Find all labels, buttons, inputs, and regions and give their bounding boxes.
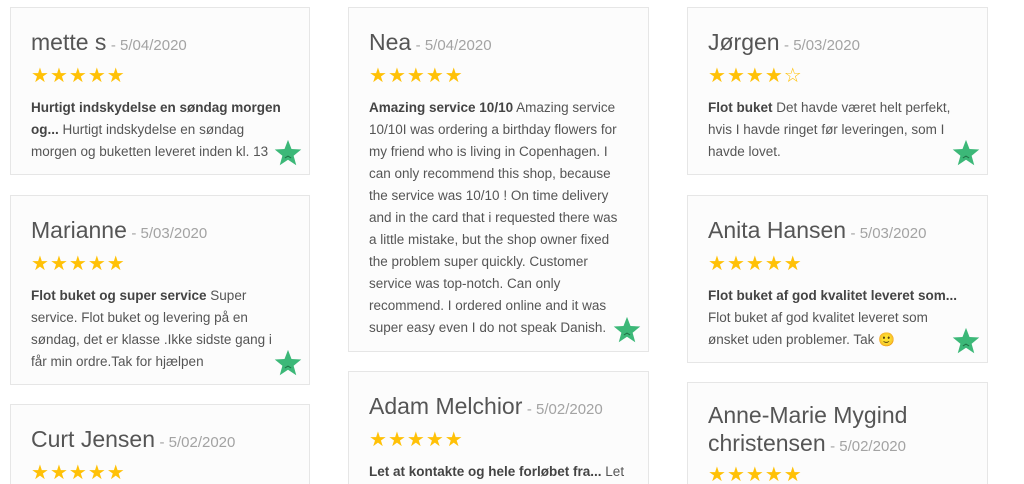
star-icon: ★ bbox=[444, 65, 463, 87]
star-icon: ★ bbox=[387, 429, 406, 451]
review-date: - 5/02/2020 bbox=[159, 434, 236, 451]
review-date: - 5/03/2020 bbox=[850, 225, 927, 242]
rating-stars: ★ ★ ★ ★ ★ bbox=[31, 64, 289, 88]
star-icon: ★ bbox=[31, 65, 49, 87]
star-icon: ★ bbox=[726, 253, 745, 275]
reviewer-name: Jørgen bbox=[708, 29, 780, 55]
star-icon: ★ bbox=[68, 65, 87, 87]
review-title: Flot buket og super service bbox=[31, 288, 207, 303]
review-text: Let at kontakte og hele forløbet fra... … bbox=[369, 461, 628, 483]
review-card: Marianne - 5/03/2020 ★ ★ ★ ★ ★ Flot buket og… bbox=[10, 195, 310, 385]
review-header: Anita Hansen - 5/03/2020 bbox=[708, 216, 967, 248]
review-header: Jørgen - 5/03/2020 bbox=[708, 28, 967, 60]
review-title: Flot buket af god kvalitet leveret som..… bbox=[708, 288, 958, 303]
review-header: Marianne - 5/03/2020 bbox=[31, 216, 289, 248]
review-card: Anita Hansen - 5/03/2020 ★ ★ ★ ★ ★ Flot buke… bbox=[687, 195, 988, 363]
reviewer-name: Nea bbox=[369, 29, 412, 55]
star-icon: ★ bbox=[87, 253, 106, 275]
review-body: Amazing service 10/10I was ordering a bi… bbox=[369, 100, 618, 335]
rating-stars: ★ ★ ★ ★ ★ bbox=[31, 252, 289, 276]
review-date: - 5/03/2020 bbox=[131, 225, 208, 242]
reviewer-name: Anita Hansen bbox=[708, 217, 847, 243]
star-icon: ★ bbox=[783, 253, 802, 275]
star-icon: ★ bbox=[31, 462, 49, 484]
review-date: - 5/04/2020 bbox=[110, 37, 187, 54]
star-icon: ★ bbox=[87, 462, 106, 484]
star-icon: ★ bbox=[745, 464, 764, 484]
star-icon: ★ bbox=[31, 253, 49, 275]
review-card: Jørgen - 5/03/2020 ★ ★ ★ ★ ☆ Flot buket Det … bbox=[687, 7, 988, 175]
star-icon: ★ bbox=[783, 464, 802, 484]
star-icon: ★ bbox=[106, 65, 125, 87]
star-icon: ★ bbox=[49, 65, 68, 87]
star-icon: ★ bbox=[444, 429, 463, 451]
reviewer-name: Marianne bbox=[31, 217, 127, 243]
review-card: Anne-Marie Mygind christensen - 5/02/202… bbox=[687, 382, 988, 484]
review-date: - 5/02/2020 bbox=[830, 438, 906, 455]
trustpilot-star-icon bbox=[952, 327, 980, 354]
star-icon: ★ bbox=[369, 65, 387, 87]
reviewer-name: mette s bbox=[31, 29, 107, 55]
review-header: Anne-Marie Mygind christensen - 5/02/202… bbox=[708, 403, 967, 459]
star-icon: ★ bbox=[764, 65, 783, 87]
rating-stars: ★ ★ ★ ★ ☆ bbox=[708, 64, 967, 88]
review-body: Let bbox=[601, 464, 625, 479]
rating-stars: ★ ★ ★ ★ ★ bbox=[369, 64, 628, 88]
review-header: Curt Jensen - 5/02/2020 bbox=[31, 425, 289, 457]
review-text: Flot buket og super service Super servic… bbox=[31, 285, 289, 373]
star-icon: ★ bbox=[68, 462, 87, 484]
review-card: Adam Melchior - 5/02/2020 ★ ★ ★ ★ ★ Let at k… bbox=[348, 371, 649, 484]
review-card: Curt Jensen - 5/02/2020 ★ ★ ★ ★ ★ bbox=[10, 404, 310, 484]
star-icon: ★ bbox=[708, 65, 726, 87]
review-header: Adam Melchior - 5/02/2020 bbox=[369, 392, 628, 424]
star-icon: ★ bbox=[745, 65, 764, 87]
review-date: - 5/02/2020 bbox=[526, 401, 603, 418]
review-text: Flot buket af god kvalitet leveret som..… bbox=[708, 285, 967, 351]
review-text: Flot buket Det havde været helt perfekt,… bbox=[708, 97, 967, 163]
rating-stars: ★ ★ ★ ★ ★ bbox=[31, 461, 289, 484]
star-icon: ★ bbox=[708, 253, 726, 275]
review-date: - 5/03/2020 bbox=[784, 37, 860, 54]
trustpilot-star-icon bbox=[274, 139, 302, 166]
star-icon: ★ bbox=[49, 253, 68, 275]
review-text: Hurtigt indskydelse en søndag morgen og.… bbox=[31, 97, 289, 163]
star-icon: ★ bbox=[106, 462, 125, 484]
star-icon: ★ bbox=[745, 253, 764, 275]
review-date: - 5/04/2020 bbox=[415, 37, 492, 54]
review-card: Nea - 5/04/2020 ★ ★ ★ ★ ★ Amazing service 10… bbox=[348, 7, 649, 352]
review-title: Let at kontakte og hele forløbet fra... bbox=[369, 464, 602, 479]
star-icon: ★ bbox=[708, 464, 726, 484]
trustpilot-star-icon bbox=[613, 316, 641, 343]
rating-stars: ★ ★ ★ ★ ★ bbox=[708, 252, 967, 276]
star-icon: ★ bbox=[406, 429, 425, 451]
review-header: mette s - 5/04/2020 bbox=[31, 28, 289, 60]
review-text: Amazing service 10/10 Amazing service 10… bbox=[369, 97, 628, 339]
review-title: Flot buket bbox=[708, 100, 773, 115]
star-icon: ★ bbox=[406, 65, 425, 87]
star-icon: ☆ bbox=[783, 65, 802, 87]
rating-stars: ★ ★ ★ ★ ★ bbox=[708, 463, 967, 484]
reviewer-name: Curt Jensen bbox=[31, 426, 156, 452]
rating-stars: ★ ★ ★ ★ ★ bbox=[369, 428, 628, 452]
star-icon: ★ bbox=[764, 464, 783, 484]
star-icon: ★ bbox=[425, 429, 444, 451]
star-icon: ★ bbox=[106, 253, 125, 275]
reviewer-name: Adam Melchior bbox=[369, 393, 523, 419]
review-body: Hurtigt indskydelse en søndag morgen og … bbox=[31, 122, 269, 159]
star-icon: ★ bbox=[726, 464, 745, 484]
review-card: mette s - 5/04/2020 ★ ★ ★ ★ ★ Hurtigt indsky… bbox=[10, 7, 310, 175]
star-icon: ★ bbox=[425, 65, 444, 87]
review-title: Amazing service 10/10 bbox=[369, 100, 514, 115]
star-icon: ★ bbox=[764, 253, 783, 275]
review-header: Nea - 5/04/2020 bbox=[369, 28, 628, 60]
star-icon: ★ bbox=[387, 65, 406, 87]
star-icon: ★ bbox=[49, 462, 68, 484]
star-icon: ★ bbox=[369, 429, 387, 451]
star-icon: ★ bbox=[87, 65, 106, 87]
star-icon: ★ bbox=[68, 253, 87, 275]
trustpilot-star-icon bbox=[274, 349, 302, 376]
trustpilot-star-icon bbox=[952, 139, 980, 166]
star-icon: ★ bbox=[726, 65, 745, 87]
review-body: Flot buket af god kvalitet leveret som ø… bbox=[708, 310, 928, 347]
